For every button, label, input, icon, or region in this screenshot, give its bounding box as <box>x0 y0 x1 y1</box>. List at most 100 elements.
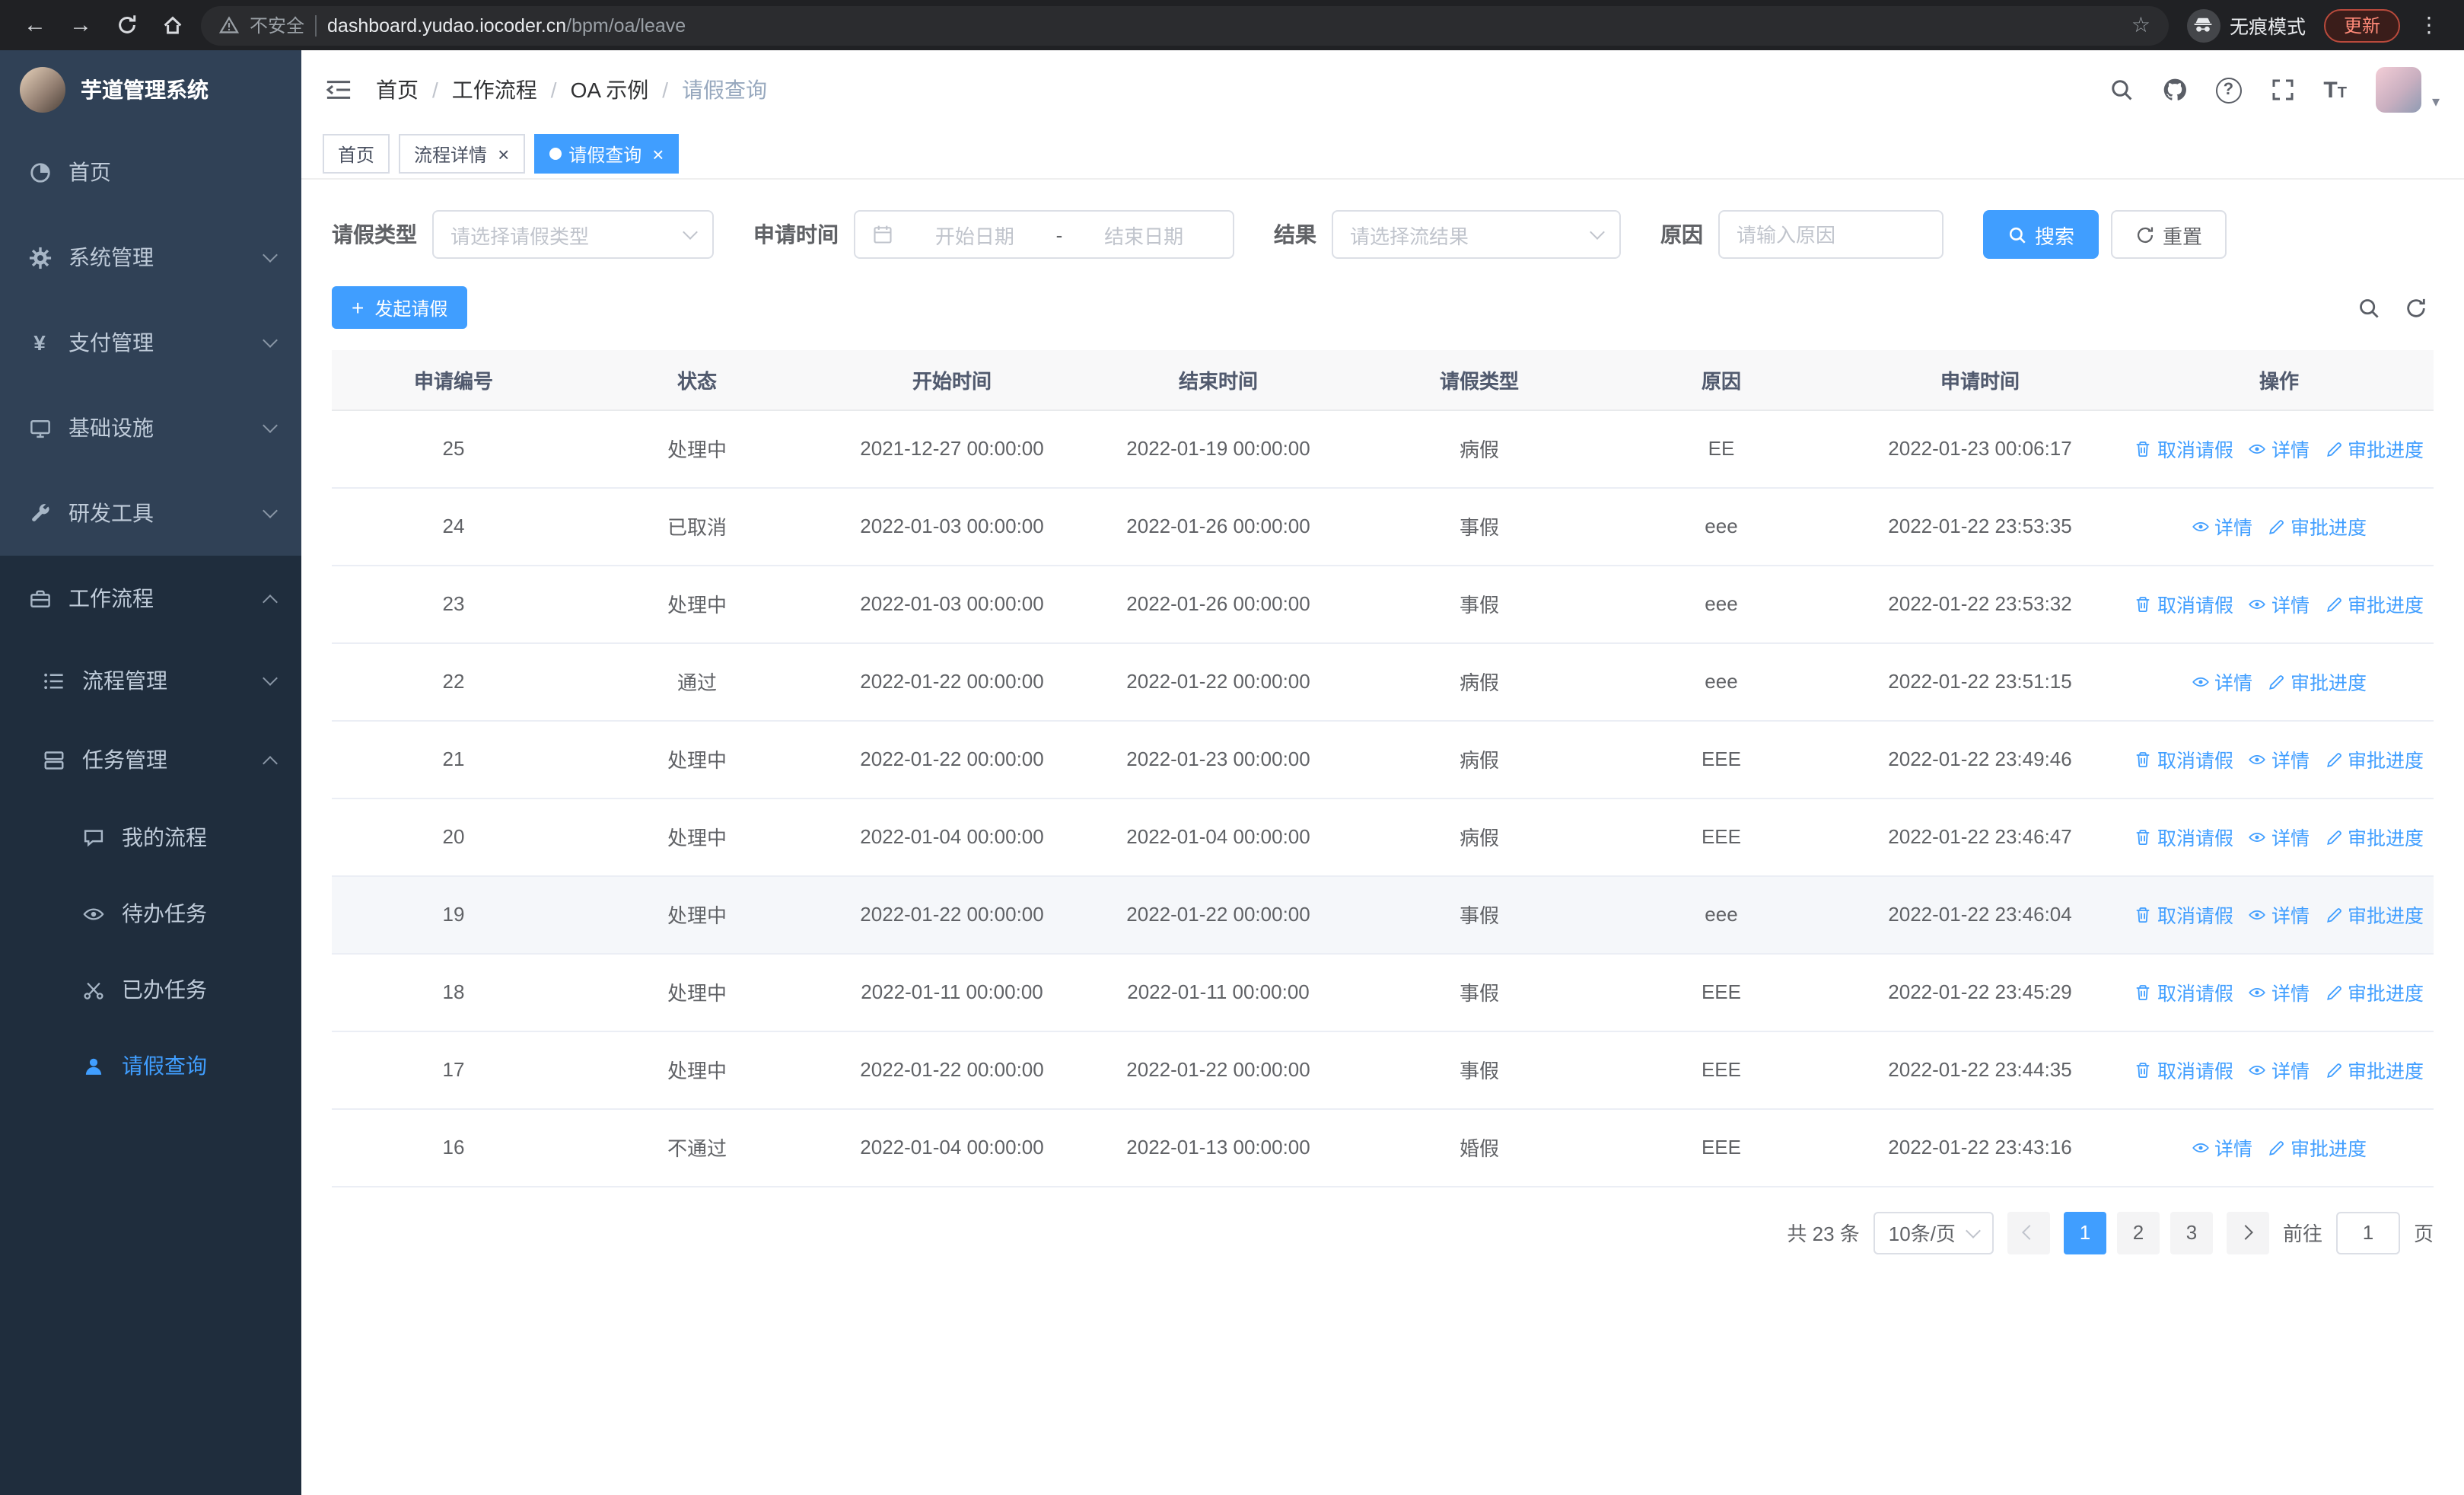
sidebar-item-label: 系统管理 <box>68 245 154 269</box>
approval-progress-link[interactable]: 审批进度 <box>2325 822 2424 851</box>
search-button[interactable]: 搜索 <box>1983 210 2099 259</box>
detail-link[interactable]: 详情 <box>2192 667 2252 696</box>
page-suffix: 页 <box>2413 1222 2434 1245</box>
avatar-caret-icon[interactable]: ▾ <box>2432 94 2440 111</box>
sidebar-item-todo-tasks[interactable]: 待办任务 <box>0 875 301 952</box>
detail-link[interactable]: 详情 <box>2249 744 2310 773</box>
apply-time-range-picker[interactable]: 开始日期 - 结束日期 <box>854 210 1234 259</box>
leave-type-select[interactable]: 请选择请假类型 <box>432 210 714 259</box>
approval-progress-link[interactable]: 审批进度 <box>2325 900 2424 929</box>
cancel-leave-link[interactable]: 取消请假 <box>2135 1055 2233 1084</box>
cancel-leave-link[interactable]: 取消请假 <box>2135 900 2233 929</box>
sidebar-item-my-process[interactable]: 我的流程 <box>0 799 301 875</box>
help-icon[interactable]: ? <box>2215 77 2242 103</box>
font-size-icon[interactable]: TT <box>2323 78 2347 101</box>
cancel-leave-link[interactable]: 取消请假 <box>2135 434 2233 463</box>
detail-link[interactable]: 详情 <box>2249 1055 2310 1084</box>
goto-page-input[interactable] <box>2335 1211 2400 1254</box>
table-row: 17 处理中 2022-01-22 00:00:00 2022-01-22 00:00… <box>332 1031 2434 1109</box>
tab-leave-query[interactable]: 请假查询 × <box>533 134 680 174</box>
detail-link[interactable]: 详情 <box>2192 512 2252 540</box>
detail-link[interactable]: 详情 <box>2192 1133 2252 1162</box>
sidebar-item-home[interactable]: 首页 <box>0 129 301 215</box>
user-avatar[interactable] <box>2375 67 2421 113</box>
prev-page-button[interactable] <box>2007 1211 2050 1254</box>
reset-button[interactable]: 重置 <box>2111 210 2227 259</box>
approval-progress-link[interactable]: 审批进度 <box>2325 589 2424 618</box>
sidebar-item-workflow[interactable]: 工作流程 <box>0 556 301 641</box>
eye-icon <box>79 902 107 925</box>
sidebar-item-done-tasks[interactable]: 已办任务 <box>0 952 301 1028</box>
action-label: 审批进度 <box>2291 1139 2367 1160</box>
result-select[interactable]: 请选择流结果 <box>1332 210 1621 259</box>
detail-link[interactable]: 详情 <box>2249 822 2310 851</box>
cell-start-time: 2022-01-11 00:00:00 <box>819 953 1085 1031</box>
cancel-leave-link[interactable]: 取消请假 <box>2135 977 2233 1006</box>
detail-link[interactable]: 详情 <box>2249 589 2310 618</box>
filter-label: 申请时间 <box>753 222 839 247</box>
create-leave-button[interactable]: + 发起请假 <box>332 286 468 329</box>
page-button-2[interactable]: 2 <box>2116 1211 2160 1254</box>
hamburger-icon <box>326 81 351 99</box>
detail-link[interactable]: 详情 <box>2249 977 2310 1006</box>
sidebar-item-devtools[interactable]: 研发工具 <box>0 470 301 556</box>
update-button[interactable]: 更新 <box>2323 8 2400 42</box>
page-button-1[interactable]: 1 <box>2063 1211 2106 1254</box>
sidebar-item-process-management[interactable]: 流程管理 <box>0 641 301 720</box>
approval-progress-link[interactable]: 审批进度 <box>2325 434 2424 463</box>
table-search-toggle-button[interactable] <box>2357 296 2380 319</box>
browser-menu-button[interactable]: ⋮ <box>2409 5 2449 45</box>
approval-progress-link[interactable]: 审批进度 <box>2325 1055 2424 1084</box>
reload-button[interactable] <box>107 5 146 45</box>
breadcrumb-item-home[interactable]: 首页 <box>376 75 419 105</box>
tab-home[interactable]: 首页 <box>323 134 390 174</box>
approval-progress-link[interactable]: 审批进度 <box>2268 512 2367 540</box>
back-button[interactable]: ← <box>15 5 55 45</box>
table-row: 18 处理中 2022-01-11 00:00:00 2022-01-11 00:00… <box>332 953 2434 1031</box>
bookmark-star-icon[interactable]: ☆ <box>2131 12 2150 38</box>
warning-icon <box>219 15 239 35</box>
page-size-select[interactable]: 10条/页 <box>1873 1211 1994 1254</box>
home-button[interactable] <box>152 5 192 45</box>
app-title: 芋道管理系统 <box>81 78 209 102</box>
pagination: 共 23 条 10条/页 123 前往 页 <box>332 1211 2434 1254</box>
close-icon[interactable]: × <box>498 144 509 164</box>
detail-link[interactable]: 详情 <box>2249 900 2310 929</box>
browser-chrome: ← → 不安全 dashboard.yudao.iocoder.cn/bpm/o… <box>0 0 2464 50</box>
cell-id: 23 <box>332 565 575 643</box>
cell-actions: 取消请假 详情 审批进度 <box>2125 798 2434 876</box>
action-label: 详情 <box>2214 1139 2252 1160</box>
app-logo[interactable]: 芋道管理系统 <box>0 50 301 129</box>
github-icon[interactable] <box>2162 78 2186 102</box>
search-icon[interactable] <box>2109 78 2133 102</box>
cancel-leave-link[interactable]: 取消请假 <box>2135 589 2233 618</box>
sidebar-item-infrastructure[interactable]: 基础设施 <box>0 385 301 470</box>
address-bar[interactable]: 不安全 dashboard.yudao.iocoder.cn/bpm/oa/le… <box>201 5 2169 45</box>
approval-progress-link[interactable]: 审批进度 <box>2325 744 2424 773</box>
reason-input[interactable] <box>1718 210 1944 259</box>
sidebar-item-task-management[interactable]: 任务管理 <box>0 720 301 799</box>
close-icon[interactable]: × <box>652 144 664 164</box>
forward-button[interactable]: → <box>61 5 100 45</box>
sidebar-item-payment[interactable]: ¥ 支付管理 <box>0 300 301 385</box>
sidebar-item-system[interactable]: 系统管理 <box>0 215 301 300</box>
next-page-button[interactable] <box>2226 1211 2269 1254</box>
sidebar-collapse-button[interactable] <box>326 78 352 102</box>
tab-process-detail[interactable]: 流程详情 × <box>399 134 525 174</box>
edit-icon <box>2269 519 2284 534</box>
cancel-leave-link[interactable]: 取消请假 <box>2135 744 2233 773</box>
font-small-glyph: T <box>2337 84 2347 101</box>
detail-link[interactable]: 详情 <box>2249 434 2310 463</box>
sidebar-item-leave-query[interactable]: 请假查询 <box>0 1028 301 1104</box>
approval-progress-link[interactable]: 审批进度 <box>2268 667 2367 696</box>
table-right-tools <box>2357 296 2427 319</box>
tab-label: 流程详情 <box>414 144 488 165</box>
approval-progress-link[interactable]: 审批进度 <box>2268 1133 2367 1162</box>
table-refresh-button[interactable] <box>2405 296 2427 319</box>
page-content: 请假类型 请选择请假类型 申请时间 开始日期 - 结束日期 结果 请选择流结果 … <box>301 180 2464 1495</box>
cancel-leave-link[interactable]: 取消请假 <box>2135 822 2233 851</box>
fullscreen-icon[interactable] <box>2270 78 2294 102</box>
active-tab-dot <box>549 148 562 160</box>
page-button-3[interactable]: 3 <box>2170 1211 2213 1254</box>
approval-progress-link[interactable]: 审批进度 <box>2325 977 2424 1006</box>
